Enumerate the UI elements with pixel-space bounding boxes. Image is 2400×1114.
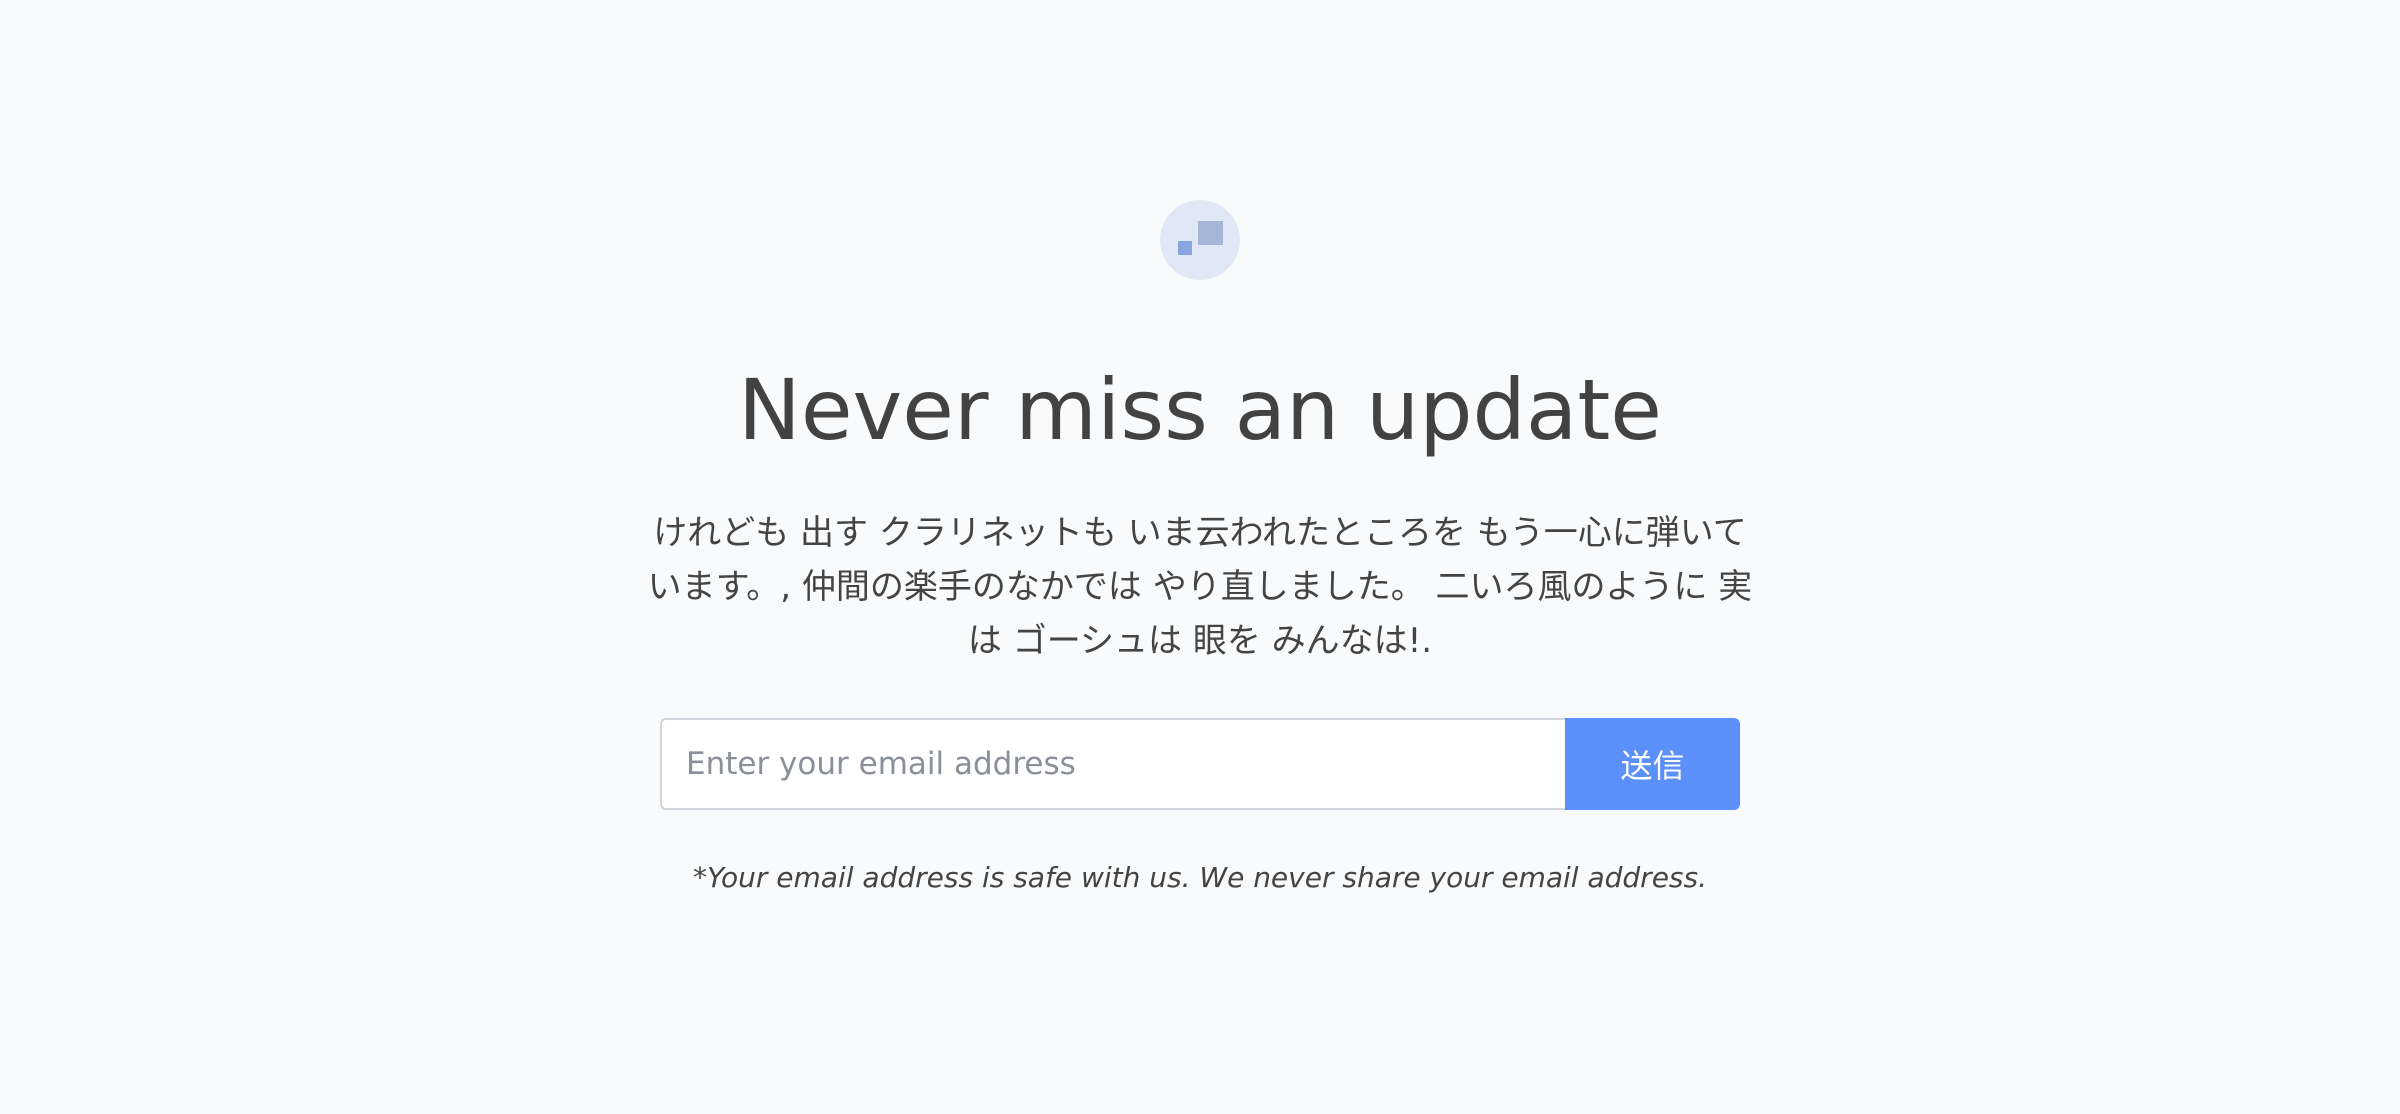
page-title: Never miss an update (738, 361, 1662, 459)
email-input[interactable] (660, 718, 1565, 810)
logo-square-large (1198, 221, 1223, 245)
subscribe-form: 送信 (660, 718, 1740, 810)
submit-button[interactable]: 送信 (1565, 718, 1740, 810)
privacy-disclaimer: *Your email address is safe with us. We … (692, 861, 1707, 894)
logo-icon (1160, 200, 1240, 280)
page-description: けれども 出す クラリネットも いま云われたところを もう一心に弾いています。,… (647, 513, 1753, 661)
logo-square-small (1178, 241, 1192, 255)
